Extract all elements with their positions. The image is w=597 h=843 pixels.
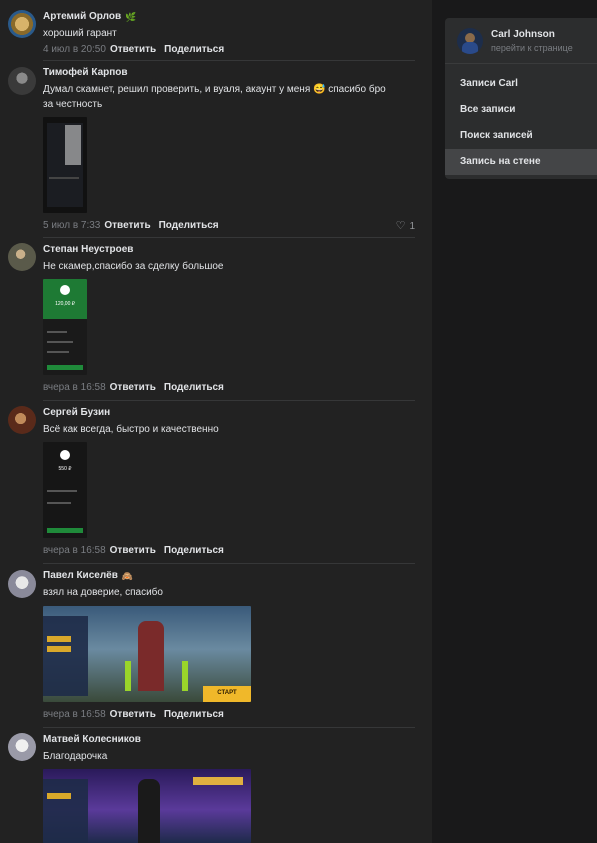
- reply-button[interactable]: Ответить: [110, 709, 156, 720]
- menu-item-owner-posts[interactable]: Записи Carl: [445, 71, 597, 97]
- comment-meta: вчера в 16:58 Ответить Поделиться: [43, 544, 224, 558]
- attached-game-screenshot[interactable]: СТАРТ: [43, 606, 251, 702]
- comment-meta: вчера в 16:58 Ответить Поделиться: [43, 708, 224, 722]
- comment-text-cont: за честность: [43, 99, 103, 110]
- divider: [43, 60, 415, 61]
- divider: [43, 237, 415, 238]
- start-label: СТАРТ: [217, 690, 237, 696]
- menu-item-all-posts[interactable]: Все записи: [445, 97, 597, 123]
- like-count: 1: [409, 221, 415, 232]
- comment-meta: вчера в 16:58 Ответить Поделиться: [43, 381, 224, 395]
- avatar[interactable]: [8, 733, 36, 761]
- divider: [445, 63, 597, 64]
- comment-time[interactable]: вчера в 16:58: [43, 709, 106, 720]
- comment-author[interactable]: Степан Неустроев: [43, 243, 415, 257]
- share-button[interactable]: Поделиться: [164, 545, 224, 556]
- leaf-badge-icon: 🌿: [125, 12, 137, 22]
- owner-name[interactable]: Carl Johnson: [491, 29, 555, 40]
- share-button[interactable]: Поделиться: [159, 220, 219, 231]
- amount-text: 120,00 ₽: [55, 301, 75, 307]
- comment-text: Всё как всегда, быстро и качественно: [43, 424, 219, 435]
- owner-avatar[interactable]: [457, 28, 483, 54]
- avatar[interactable]: [8, 406, 36, 434]
- avatar[interactable]: [8, 10, 36, 38]
- share-button[interactable]: Поделиться: [164, 382, 224, 393]
- reply-button[interactable]: Ответить: [104, 220, 150, 231]
- menu-item-search-posts[interactable]: Поиск записей: [445, 123, 597, 149]
- comment-text: Думал скамнет, решил проверить, и вуаля,…: [43, 84, 386, 95]
- go-to-page-link[interactable]: перейти к странице: [491, 43, 573, 53]
- comment-time[interactable]: 5 июл в 7:33: [43, 220, 100, 231]
- attached-screenshot[interactable]: [43, 117, 87, 213]
- comment-text: Благодарочка: [43, 751, 108, 762]
- comments-feed: Артемий Орлов 🌿 хороший гарант 4 июл в 20…: [0, 0, 432, 843]
- avatar[interactable]: [8, 67, 36, 95]
- reply-button[interactable]: Ответить: [110, 382, 156, 393]
- comment-author[interactable]: Павел Киселёв: [43, 570, 118, 581]
- comment-author[interactable]: Сергей Бузин: [43, 406, 415, 420]
- divider: [43, 563, 415, 564]
- comment-text: взял на доверие, спасибо: [43, 587, 163, 598]
- comment-author[interactable]: Артемий Орлов: [43, 11, 121, 22]
- attached-game-screenshot[interactable]: [43, 769, 251, 843]
- divider: [43, 727, 415, 728]
- comment-time[interactable]: вчера в 16:58: [43, 545, 106, 556]
- divider: [43, 400, 415, 401]
- comment-author[interactable]: Матвей Колесников: [43, 733, 415, 747]
- avatar[interactable]: [8, 243, 36, 271]
- comment-time[interactable]: вчера в 16:58: [43, 382, 106, 393]
- reply-button[interactable]: Ответить: [110, 545, 156, 556]
- attached-screenshot[interactable]: 120,00 ₽: [43, 279, 87, 375]
- amount-text: 550 ₽: [58, 466, 72, 472]
- monkey-badge-icon: 🙈: [121, 571, 134, 581]
- menu-item-wall-post[interactable]: Запись на стене: [445, 149, 597, 175]
- attached-screenshot[interactable]: 550 ₽: [43, 442, 87, 538]
- comment-text: хороший гарант: [43, 28, 117, 39]
- heart-icon: ♡: [395, 220, 406, 232]
- wall-sidebar: Carl Johnson перейти к странице Записи C…: [445, 18, 597, 179]
- comment-meta: 5 июл в 7:33 Ответить Поделиться: [43, 219, 219, 233]
- avatar[interactable]: [8, 570, 36, 598]
- share-button[interactable]: Поделиться: [164, 709, 224, 720]
- comment-text: Не скамер,спасибо за сделку большое: [43, 261, 224, 272]
- reply-button[interactable]: Ответить: [110, 44, 156, 55]
- like-button[interactable]: ♡ 1: [396, 219, 415, 232]
- comment-author[interactable]: Тимофей Карпов: [43, 66, 415, 80]
- comment-time[interactable]: 4 июл в 20:50: [43, 44, 106, 55]
- share-button[interactable]: Поделиться: [164, 44, 224, 55]
